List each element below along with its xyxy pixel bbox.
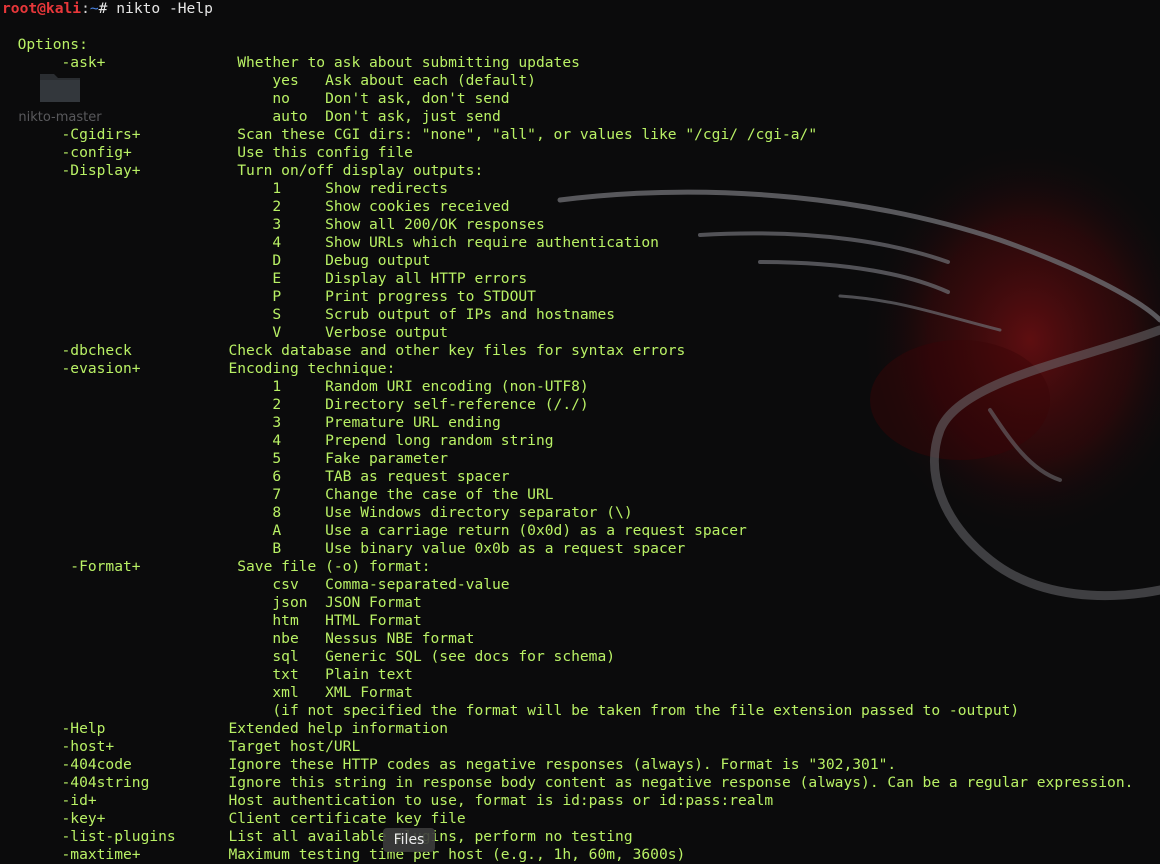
terminal-line: 8 Use Windows directory separator (\) xyxy=(0,504,633,521)
prompt-symbol: # xyxy=(98,0,117,17)
dock-files-tooltip: Files xyxy=(383,828,435,852)
terminal-output[interactable]: root@kali:~# nikto -Help Options: -ask+ … xyxy=(0,0,1160,863)
terminal-line: 1 Random URI encoding (non-UTF8) xyxy=(0,378,589,395)
terminal-line: xml XML Format xyxy=(0,684,413,701)
terminal-line: 3 Show all 200/OK responses xyxy=(0,216,545,233)
prompt-user-host: root@kali xyxy=(2,0,82,17)
terminal-line: json JSON Format xyxy=(0,594,422,611)
terminal-line: (if not specified the format will be tak… xyxy=(0,702,1020,719)
prompt-command: nikto -Help xyxy=(116,0,213,17)
terminal-line: V Verbose output xyxy=(0,324,449,341)
terminal-line: Options: xyxy=(0,36,88,53)
terminal-line: -host+ Target host/URL xyxy=(0,738,361,755)
terminal-line: -maxtime+ Maximum testing time per host … xyxy=(0,846,686,863)
terminal-line: 3 Premature URL ending xyxy=(0,414,501,431)
prompt-path: ~ xyxy=(89,0,99,17)
terminal-line: -Format+ Save file (-o) format: xyxy=(0,558,431,575)
terminal-line: -404code Ignore these HTTP codes as nega… xyxy=(0,756,897,773)
terminal-line: 4 Prepend long random string xyxy=(0,432,554,449)
terminal-line: -Help Extended help information xyxy=(0,720,449,737)
terminal-line: -id+ Host authentication to use, format … xyxy=(0,792,774,809)
terminal-line: -dbcheck Check database and other key fi… xyxy=(0,342,686,359)
terminal-line: nbe Nessus NBE format xyxy=(0,630,475,647)
terminal-line: S Scrub output of IPs and hostnames xyxy=(0,306,616,323)
terminal-line: 2 Show cookies received xyxy=(0,198,510,215)
terminal-line: txt Plain text xyxy=(0,666,413,683)
terminal-line: 7 Change the case of the URL xyxy=(0,486,554,503)
terminal-line: 6 TAB as request spacer xyxy=(0,468,510,485)
terminal-line: auto Don't ask, just send xyxy=(0,108,501,125)
terminal-line: -404string Ignore this string in respons… xyxy=(0,774,1134,791)
prompt-separator: : xyxy=(81,0,90,17)
terminal-line: htm HTML Format xyxy=(0,612,422,629)
command-prompt-line: root@kali:~# nikto -Help xyxy=(2,0,213,18)
terminal-line: E Display all HTTP errors xyxy=(0,270,528,287)
terminal-line: -ask+ Whether to ask about submitting up… xyxy=(0,54,580,71)
terminal-line: -Cgidirs+ Scan these CGI dirs: "none", "… xyxy=(0,126,818,143)
terminal-line: -evasion+ Encoding technique: xyxy=(0,360,396,377)
terminal-line: no Don't ask, don't send xyxy=(0,90,510,107)
terminal-line: D Debug output xyxy=(0,252,431,269)
terminal-line: 4 Show URLs which require authentication xyxy=(0,234,659,251)
terminal-line: -config+ Use this config file xyxy=(0,144,413,161)
terminal-line: B Use binary value 0x0b as a request spa… xyxy=(0,540,686,557)
terminal-line: yes Ask about each (default) xyxy=(0,72,536,89)
terminal-line: 1 Show redirects xyxy=(0,180,449,197)
terminal-line: -key+ Client certificate key file xyxy=(0,810,466,827)
terminal-line: -list-plugins List all available plugins… xyxy=(0,828,633,845)
terminal-line: -Display+ Turn on/off display outputs: xyxy=(0,162,484,179)
terminal-line: 2 Directory self-reference (/./) xyxy=(0,396,589,413)
terminal-line: A Use a carriage return (0x0d) as a requ… xyxy=(0,522,747,539)
terminal-line: csv Comma-separated-value xyxy=(0,576,510,593)
terminal-line: sql Generic SQL (see docs for schema) xyxy=(0,648,616,665)
terminal-line: P Print progress to STDOUT xyxy=(0,288,536,305)
terminal-line: 5 Fake parameter xyxy=(0,450,449,467)
